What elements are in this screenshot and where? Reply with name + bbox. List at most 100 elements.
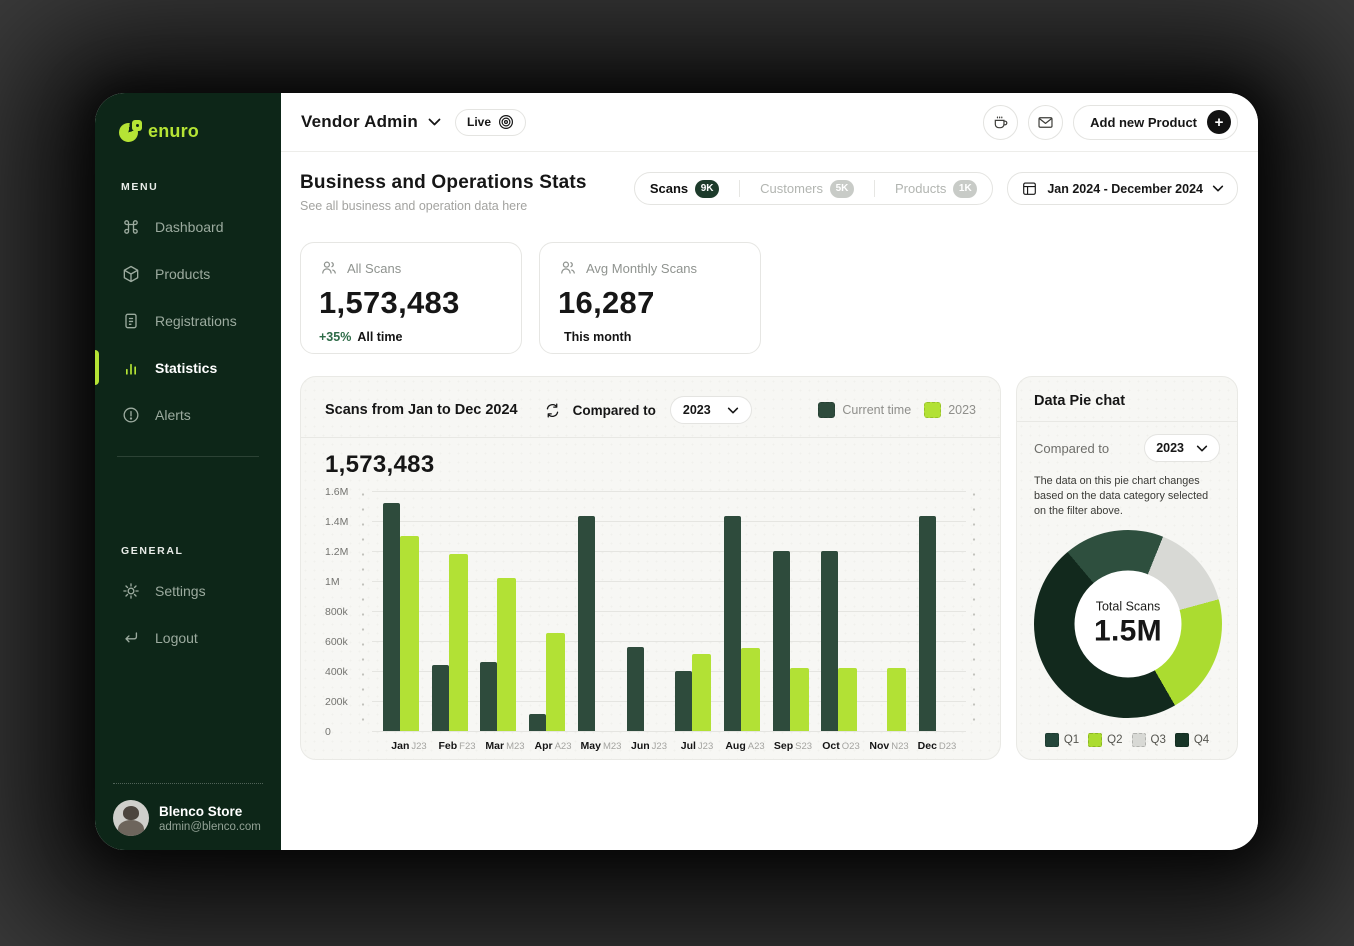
- main: Business and Operations Stats See all bu…: [281, 152, 1258, 850]
- chip-separator: [874, 180, 875, 197]
- sidebar-item-label: Registrations: [155, 313, 237, 329]
- legend-label: Q4: [1194, 734, 1209, 746]
- x-axis-label: AprA23: [532, 740, 574, 752]
- bar-group-mar: [477, 491, 519, 731]
- sidebar-item-label: Products: [155, 266, 210, 282]
- legend-swatch: [1045, 733, 1059, 747]
- donut-center-label: Total Scans: [1096, 599, 1161, 613]
- bar-current-time: [821, 551, 838, 731]
- gear-icon: [121, 581, 141, 601]
- stat-delta: +35%: [319, 330, 351, 344]
- y-tick-label: 1.6M: [325, 486, 348, 498]
- sidebar-item-products[interactable]: Products: [95, 250, 281, 297]
- compared-to-label: Compared to: [1034, 441, 1109, 456]
- logout-icon: [121, 628, 141, 648]
- y-tick-label: 1.4M: [325, 516, 348, 528]
- page-subtitle: See all business and operation data here: [300, 199, 587, 213]
- x-axis-label: MarM23: [484, 740, 526, 752]
- legend-swatch: [1175, 733, 1189, 747]
- sidebar-item-logout[interactable]: Logout: [95, 614, 281, 661]
- profile-name: Blenco Store: [159, 804, 261, 819]
- bar-2023: [546, 633, 565, 731]
- app-logo: enuro: [95, 117, 281, 145]
- stat-period: This month: [564, 330, 631, 344]
- legend-label: Current time: [842, 403, 911, 417]
- bar-current-time: [773, 551, 790, 731]
- bar-2023: [887, 668, 906, 731]
- vendor-admin-title: Vendor Admin: [301, 112, 418, 132]
- x-axis-label: DecD23: [916, 740, 958, 752]
- document-icon: [121, 311, 141, 331]
- chip-label: Customers: [760, 181, 823, 196]
- donut-center-value: 1.5M: [1094, 614, 1162, 648]
- bar-group-sep: [770, 491, 812, 731]
- compare-year-value: 2023: [683, 403, 711, 417]
- pie-compare-year-select[interactable]: 2023: [1144, 434, 1220, 462]
- card-divider: [1017, 421, 1237, 422]
- legend-label: Q3: [1151, 734, 1166, 746]
- chevron-down-icon: [727, 407, 739, 414]
- sidebar-item-dashboard[interactable]: Dashboard: [95, 203, 281, 250]
- compare-year-select[interactable]: 2023: [670, 396, 752, 424]
- x-axis-label: SepS23: [772, 740, 814, 752]
- sidebar-item-statistics[interactable]: Statistics: [95, 344, 281, 391]
- chip-label: Products: [895, 181, 946, 196]
- stat-label: Avg Monthly Scans: [586, 261, 697, 276]
- y-tick-label: 800k: [325, 606, 348, 618]
- bar-current-time: [432, 665, 449, 731]
- users-icon: [558, 258, 578, 278]
- y-tick-label: 1M: [325, 576, 340, 588]
- bar-2023: [497, 578, 516, 731]
- sidebar-item-alerts[interactable]: Alerts: [95, 391, 281, 438]
- profile[interactable]: Blenco Store admin@blenco.com: [113, 800, 261, 836]
- mail-icon: [1036, 113, 1055, 132]
- x-axis-label: JanJ23: [388, 740, 430, 752]
- pie-legend-item-q3: Q3: [1132, 733, 1166, 747]
- bar-current-time: [383, 503, 400, 731]
- messages-button[interactable]: [1028, 105, 1063, 140]
- filter-chip-scans[interactable]: Scans 9K: [637, 173, 732, 204]
- drinks-button[interactable]: [983, 105, 1018, 140]
- live-badge[interactable]: Live: [455, 109, 526, 136]
- date-range-picker[interactable]: Jan 2024 - December 2024: [1007, 172, 1238, 205]
- sidebar-item-registrations[interactable]: Registrations: [95, 297, 281, 344]
- bar-current-time: [675, 671, 692, 731]
- stat-card-all-scans: All Scans 1,573,483 +35% All time: [300, 242, 522, 354]
- category-filter: Scans 9K Customers 5K Products 1K: [634, 172, 993, 205]
- chip-label: Scans: [650, 181, 688, 196]
- bar-chart-card: Scans from Jan to Dec 2024 Compared to 2…: [300, 376, 1001, 760]
- sidebar-item-label: Alerts: [155, 407, 191, 423]
- bar-group-oct: [818, 491, 860, 731]
- plus-icon: +: [1207, 110, 1231, 134]
- bar-group-aug: [721, 491, 763, 731]
- vendor-admin-dropdown[interactable]: Vendor Admin: [301, 112, 441, 132]
- refresh-icon[interactable]: [544, 402, 561, 419]
- x-axis-label: JulJ23: [676, 740, 718, 752]
- bar-group-jun: [624, 491, 666, 731]
- x-axis-label: JunJ23: [628, 740, 670, 752]
- bar-group-feb: [429, 491, 471, 731]
- app-window: enuro MENU Dashboard Products: [95, 93, 1258, 850]
- legend-item-2023: 2023: [924, 402, 976, 418]
- pie-legend: Q1 Q2 Q3 Q4: [1034, 733, 1220, 747]
- bar-group-apr: [526, 491, 568, 731]
- y-tick-label: 200k: [325, 696, 348, 708]
- add-new-product-button[interactable]: Add new Product +: [1073, 105, 1238, 140]
- filter-chip-products[interactable]: Products 1K: [882, 173, 990, 204]
- profile-divider: [113, 783, 263, 784]
- y-tick-label: 600k: [325, 636, 348, 648]
- legend-swatch: [924, 402, 941, 418]
- bar-current-time: [480, 662, 497, 731]
- bar-plot-area: [372, 491, 966, 732]
- filter-chip-customers[interactable]: Customers 5K: [747, 173, 867, 204]
- compared-to-label: Compared to: [573, 403, 656, 418]
- sidebar-item-settings[interactable]: Settings: [95, 567, 281, 614]
- bar-chart-headline-value: 1,573,483: [325, 451, 976, 479]
- y-tick-label: 0: [325, 726, 331, 738]
- y-axis: 1.6M1.4M1.2M1M800k600k400k200k0: [325, 491, 361, 732]
- cube-icon: [121, 264, 141, 284]
- users-icon: [319, 258, 339, 278]
- add-new-product-label: Add new Product: [1090, 115, 1197, 130]
- pie-legend-item-q2: Q2: [1088, 733, 1122, 747]
- content-area: Vendor Admin Live: [281, 93, 1258, 850]
